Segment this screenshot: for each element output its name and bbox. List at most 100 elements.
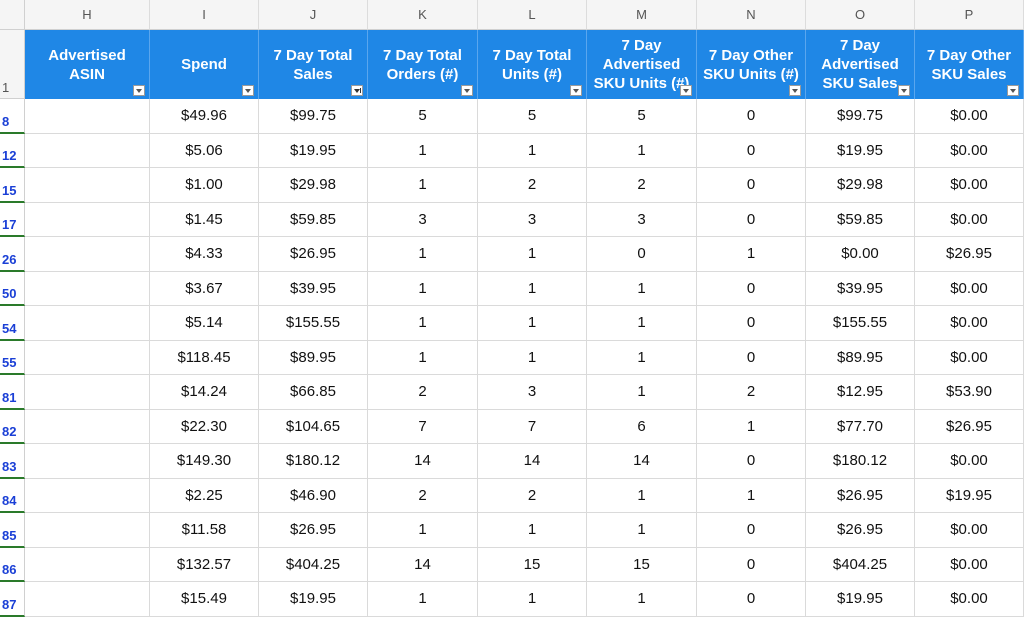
table-cell[interactable]: $39.95: [806, 271, 915, 306]
table-cell[interactable]: 14: [368, 547, 478, 582]
table-cell[interactable]: $39.95: [259, 271, 368, 306]
table-cell[interactable]: 1: [587, 375, 697, 410]
table-cell[interactable]: [25, 582, 150, 617]
table-cell[interactable]: $5.14: [150, 306, 259, 341]
table-cell[interactable]: [25, 133, 150, 168]
header-cell[interactable]: Spend: [150, 30, 259, 99]
table-cell[interactable]: 1: [368, 237, 478, 272]
dropdown-arrow-icon[interactable]: [133, 85, 145, 96]
table-cell[interactable]: [25, 168, 150, 203]
table-cell[interactable]: $26.95: [806, 513, 915, 548]
table-cell[interactable]: $77.70: [806, 409, 915, 444]
table-cell[interactable]: $0.00: [915, 582, 1024, 617]
table-cell[interactable]: 0: [697, 168, 806, 203]
table-cell[interactable]: $2.25: [150, 478, 259, 513]
table-cell[interactable]: 7: [478, 409, 587, 444]
table-cell[interactable]: $59.85: [259, 202, 368, 237]
table-cell[interactable]: [25, 340, 150, 375]
dropdown-arrow-icon[interactable]: [1007, 85, 1019, 96]
table-cell[interactable]: $0.00: [915, 168, 1024, 203]
table-cell[interactable]: $155.55: [259, 306, 368, 341]
row-number[interactable]: 55: [0, 340, 25, 375]
table-cell[interactable]: 15: [478, 547, 587, 582]
table-cell[interactable]: [25, 375, 150, 410]
table-cell[interactable]: $19.95: [259, 582, 368, 617]
table-cell[interactable]: $66.85: [259, 375, 368, 410]
table-cell[interactable]: $26.95: [915, 237, 1024, 272]
table-cell[interactable]: 3: [478, 375, 587, 410]
table-cell[interactable]: 3: [368, 202, 478, 237]
header-cell[interactable]: 7 Day Other SKU Sales: [915, 30, 1024, 99]
row-number[interactable]: 83: [0, 444, 25, 479]
table-cell[interactable]: $3.67: [150, 271, 259, 306]
table-cell[interactable]: $155.55: [806, 306, 915, 341]
dropdown-arrow-icon[interactable]: [461, 85, 473, 96]
column-header-h[interactable]: H: [25, 0, 150, 30]
table-cell[interactable]: $1.45: [150, 202, 259, 237]
table-cell[interactable]: 0: [697, 444, 806, 479]
table-cell[interactable]: [25, 271, 150, 306]
dropdown-arrow-icon[interactable]: [570, 85, 582, 96]
table-cell[interactable]: $26.95: [915, 409, 1024, 444]
header-cell[interactable]: 7 Day Total Sales: [259, 30, 368, 99]
table-cell[interactable]: $180.12: [806, 444, 915, 479]
table-cell[interactable]: 1: [478, 513, 587, 548]
row-number[interactable]: 50: [0, 271, 25, 306]
table-cell[interactable]: 5: [478, 99, 587, 134]
table-cell[interactable]: 1: [368, 168, 478, 203]
column-header-o[interactable]: O: [806, 0, 915, 30]
table-cell[interactable]: 2: [697, 375, 806, 410]
dropdown-arrow-icon[interactable]: [242, 85, 254, 96]
table-cell[interactable]: 0: [697, 340, 806, 375]
table-cell[interactable]: $89.95: [259, 340, 368, 375]
table-cell[interactable]: $26.95: [259, 237, 368, 272]
dropdown-arrow-icon[interactable]: [898, 85, 910, 96]
table-cell[interactable]: 2: [587, 168, 697, 203]
row-number[interactable]: 86: [0, 547, 25, 582]
table-cell[interactable]: $59.85: [806, 202, 915, 237]
table-cell[interactable]: $0.00: [915, 547, 1024, 582]
table-cell[interactable]: $14.24: [150, 375, 259, 410]
table-cell[interactable]: [25, 237, 150, 272]
table-cell[interactable]: 14: [478, 444, 587, 479]
table-cell[interactable]: 7: [368, 409, 478, 444]
table-cell[interactable]: 1: [368, 271, 478, 306]
table-cell[interactable]: $26.95: [259, 513, 368, 548]
table-cell[interactable]: $99.75: [259, 99, 368, 134]
table-cell[interactable]: 14: [587, 444, 697, 479]
column-header-i[interactable]: I: [150, 0, 259, 30]
row-number-header[interactable]: 1: [0, 30, 25, 99]
table-cell[interactable]: 0: [697, 271, 806, 306]
table-cell[interactable]: $46.90: [259, 478, 368, 513]
table-cell[interactable]: [25, 478, 150, 513]
row-number[interactable]: 54: [0, 306, 25, 341]
column-header-l[interactable]: L: [478, 0, 587, 30]
table-cell[interactable]: 1: [697, 237, 806, 272]
table-cell[interactable]: $12.95: [806, 375, 915, 410]
table-cell[interactable]: $19.95: [806, 582, 915, 617]
table-cell[interactable]: 0: [697, 306, 806, 341]
table-cell[interactable]: 3: [587, 202, 697, 237]
table-cell[interactable]: 1: [478, 340, 587, 375]
table-cell[interactable]: $22.30: [150, 409, 259, 444]
table-cell[interactable]: $404.25: [259, 547, 368, 582]
row-number[interactable]: 87: [0, 582, 25, 617]
table-cell[interactable]: $89.95: [806, 340, 915, 375]
row-number[interactable]: 26: [0, 237, 25, 272]
column-header-p[interactable]: P: [915, 0, 1024, 30]
table-cell[interactable]: 1: [697, 409, 806, 444]
header-cell[interactable]: 7 Day Total Units (#): [478, 30, 587, 99]
table-cell[interactable]: [25, 99, 150, 134]
table-cell[interactable]: $1.00: [150, 168, 259, 203]
table-cell[interactable]: 6: [587, 409, 697, 444]
table-cell[interactable]: 1: [697, 478, 806, 513]
table-cell[interactable]: $0.00: [915, 340, 1024, 375]
table-cell[interactable]: 1: [478, 582, 587, 617]
table-cell[interactable]: 1: [368, 513, 478, 548]
table-cell[interactable]: 5: [587, 99, 697, 134]
table-cell[interactable]: $4.33: [150, 237, 259, 272]
table-cell[interactable]: [25, 547, 150, 582]
table-cell[interactable]: $0.00: [806, 237, 915, 272]
table-cell[interactable]: $99.75: [806, 99, 915, 134]
table-cell[interactable]: 1: [587, 513, 697, 548]
